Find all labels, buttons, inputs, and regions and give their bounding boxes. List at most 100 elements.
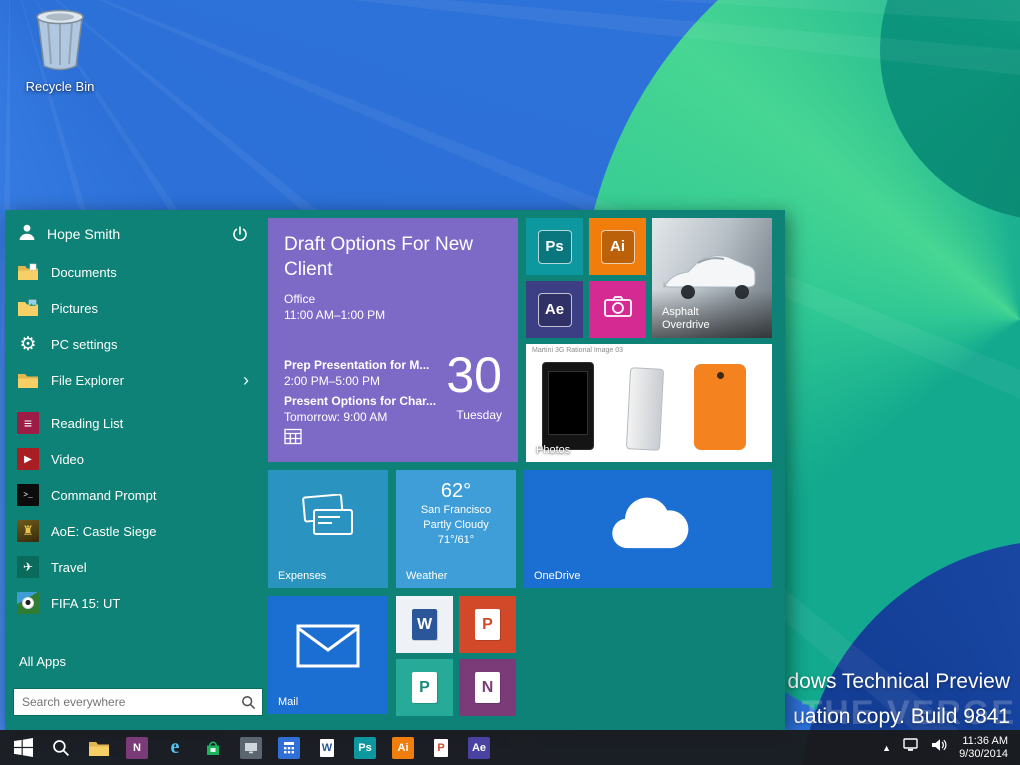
taskbar-onenote-icon[interactable]: N — [118, 730, 156, 765]
onenote-icon: N — [475, 672, 500, 703]
weather-label: Weather — [406, 570, 447, 582]
start-menu: Hope Smith Documents Pictures ⚙ PC setti… — [5, 210, 785, 730]
calendar-next2-time: Tomorrow: 9:00 AM — [284, 410, 387, 424]
calendar-event-title: Draft Options For New Client — [284, 232, 484, 282]
taskbar-after-effects-icon[interactable]: Ae — [460, 730, 498, 765]
taskbar-photoshop-icon[interactable]: Ps — [346, 730, 384, 765]
onedrive-label: OneDrive — [534, 570, 580, 582]
taskbar-word-icon[interactable]: W — [308, 730, 346, 765]
sidebar-item-video[interactable]: ▶ Video — [5, 441, 261, 477]
tile-illustrator[interactable]: Ai — [589, 218, 646, 275]
weather-condition: Partly Cloudy — [396, 518, 516, 533]
black-phone-image — [542, 362, 594, 450]
calendar-day-number: 30 — [446, 350, 502, 400]
tile-asphalt-overdrive[interactable]: Asphalt Overdrive — [652, 218, 772, 338]
sidebar-item-fifa-15[interactable]: FIFA 15: UT — [5, 585, 261, 621]
command-prompt-icon: >_ — [17, 484, 39, 506]
asphalt-label: Asphalt Overdrive — [662, 306, 742, 332]
sidebar-item-file-explorer[interactable]: File Explorer › — [5, 362, 261, 398]
taskbar: N e W Ps Ai P Ae ▲ 11:36 AM 9/30/2014 — [0, 730, 1020, 765]
user-name[interactable]: Hope Smith — [47, 226, 120, 242]
taskbar-calculator-icon[interactable] — [270, 730, 308, 765]
onedrive-cloud-icon — [600, 492, 696, 559]
camera-icon — [603, 295, 633, 324]
watermark-line1: dows Technical Preview — [787, 664, 1010, 699]
menu-item-label: Reading List — [51, 416, 123, 431]
sidebar-item-documents[interactable]: Documents — [5, 254, 261, 290]
tile-publisher[interactable]: P — [396, 659, 453, 716]
weather-high-low: 71°/61° — [396, 533, 516, 548]
gear-icon: ⚙ — [17, 333, 39, 355]
sidebar-item-reading-list[interactable]: ≡ Reading List — [5, 405, 261, 441]
tile-photos[interactable]: Martini 3G Rational Image 03 Photos — [526, 344, 772, 462]
reading-list-icon: ≡ — [17, 412, 39, 434]
taskbar-clock[interactable]: 11:36 AM 9/30/2014 — [959, 735, 1008, 761]
search-box — [13, 688, 263, 716]
video-icon: ▶ — [17, 448, 39, 470]
network-icon[interactable] — [903, 738, 919, 757]
castle-siege-icon: ♜ — [17, 520, 39, 542]
illustrator-icon: Ai — [601, 230, 635, 264]
tile-powerpoint[interactable]: P — [459, 596, 516, 653]
documents-folder-icon — [17, 261, 39, 283]
calendar-event-location: Office — [284, 292, 315, 306]
sidebar-item-pictures[interactable]: Pictures — [5, 290, 261, 326]
tile-calendar[interactable]: Draft Options For New Client Office 11:0… — [268, 218, 518, 462]
power-button[interactable] — [231, 225, 249, 243]
menu-item-label: Command Prompt — [51, 488, 156, 503]
mail-label: Mail — [278, 696, 298, 708]
taskbar-store-icon[interactable] — [194, 730, 232, 765]
tile-mail[interactable]: Mail — [268, 596, 388, 714]
tile-word[interactable]: W — [396, 596, 453, 653]
tile-onenote[interactable]: N — [459, 659, 516, 716]
tile-expenses[interactable]: Expenses — [268, 470, 388, 588]
wallpaper-teal-disc — [880, 0, 1020, 220]
tile-weather[interactable]: 62° San Francisco Partly Cloudy 71°/61° … — [396, 470, 516, 588]
tile-photoshop[interactable]: Ps — [526, 218, 583, 275]
tile-camera[interactable] — [589, 281, 646, 338]
sidebar-item-command-prompt[interactable]: >_ Command Prompt — [5, 477, 261, 513]
sidebar-item-aoe-castle-siege[interactable]: ♜ AoE: Castle Siege — [5, 513, 261, 549]
weather-temperature: 62° — [396, 480, 516, 503]
search-input[interactable] — [14, 695, 234, 709]
weather-city: San Francisco — [396, 503, 516, 518]
menu-item-label: AoE: Castle Siege — [51, 524, 157, 539]
clock-date: 9/30/2014 — [959, 748, 1008, 761]
tile-onedrive[interactable]: OneDrive — [524, 470, 772, 588]
clock-time: 11:36 AM — [959, 735, 1008, 748]
recycle-bin[interactable]: Recycle Bin — [12, 8, 108, 94]
sidebar-item-pc-settings[interactable]: ⚙ PC settings — [5, 326, 261, 362]
taskbar-search-icon[interactable] — [42, 730, 80, 765]
taskbar-illustrator-icon[interactable]: Ai — [384, 730, 422, 765]
orange-phone-image — [694, 364, 746, 450]
volume-icon[interactable] — [931, 738, 947, 757]
calendar-next-title: Prep Presentation for M... — [284, 358, 429, 372]
word-icon: W — [412, 609, 437, 640]
taskbar-powerpoint-icon[interactable]: P — [422, 730, 460, 765]
fifa-icon — [17, 592, 39, 614]
sidebar-item-travel[interactable]: ✈ Travel — [5, 549, 261, 585]
menu-item-label: Documents — [51, 265, 117, 280]
calendar-next-time: 2:00 PM–5:00 PM — [284, 374, 380, 388]
calendar-next2-title: Present Options for Char... — [284, 394, 436, 408]
build-watermark: dows Technical Preview uation copy. Buil… — [787, 664, 1010, 734]
all-apps-button[interactable]: All Apps — [5, 646, 261, 676]
start-menu-header: Hope Smith — [5, 214, 261, 254]
recycle-bin-label: Recycle Bin — [12, 79, 108, 94]
calendar-day-name: Tuesday — [456, 408, 502, 422]
calendar-event-time: 11:00 AM–1:00 PM — [284, 308, 385, 322]
tray-expand-icon[interactable]: ▲ — [882, 743, 891, 753]
chevron-right-icon: › — [243, 371, 249, 389]
taskbar-remote-desktop-icon[interactable] — [232, 730, 270, 765]
tile-after-effects[interactable]: Ae — [526, 281, 583, 338]
user-avatar-icon[interactable] — [17, 222, 37, 247]
start-button[interactable] — [4, 730, 42, 765]
file-explorer-icon — [17, 369, 39, 391]
search-icon[interactable] — [234, 688, 262, 716]
menu-item-label: File Explorer — [51, 373, 124, 388]
menu-item-label: FIFA 15: UT — [51, 596, 120, 611]
taskbar-internet-explorer-icon[interactable]: e — [156, 730, 194, 765]
system-tray: ▲ 11:36 AM 9/30/2014 — [882, 735, 1016, 761]
taskbar-file-explorer-icon[interactable] — [80, 730, 118, 765]
photos-label: Photos — [536, 444, 570, 456]
